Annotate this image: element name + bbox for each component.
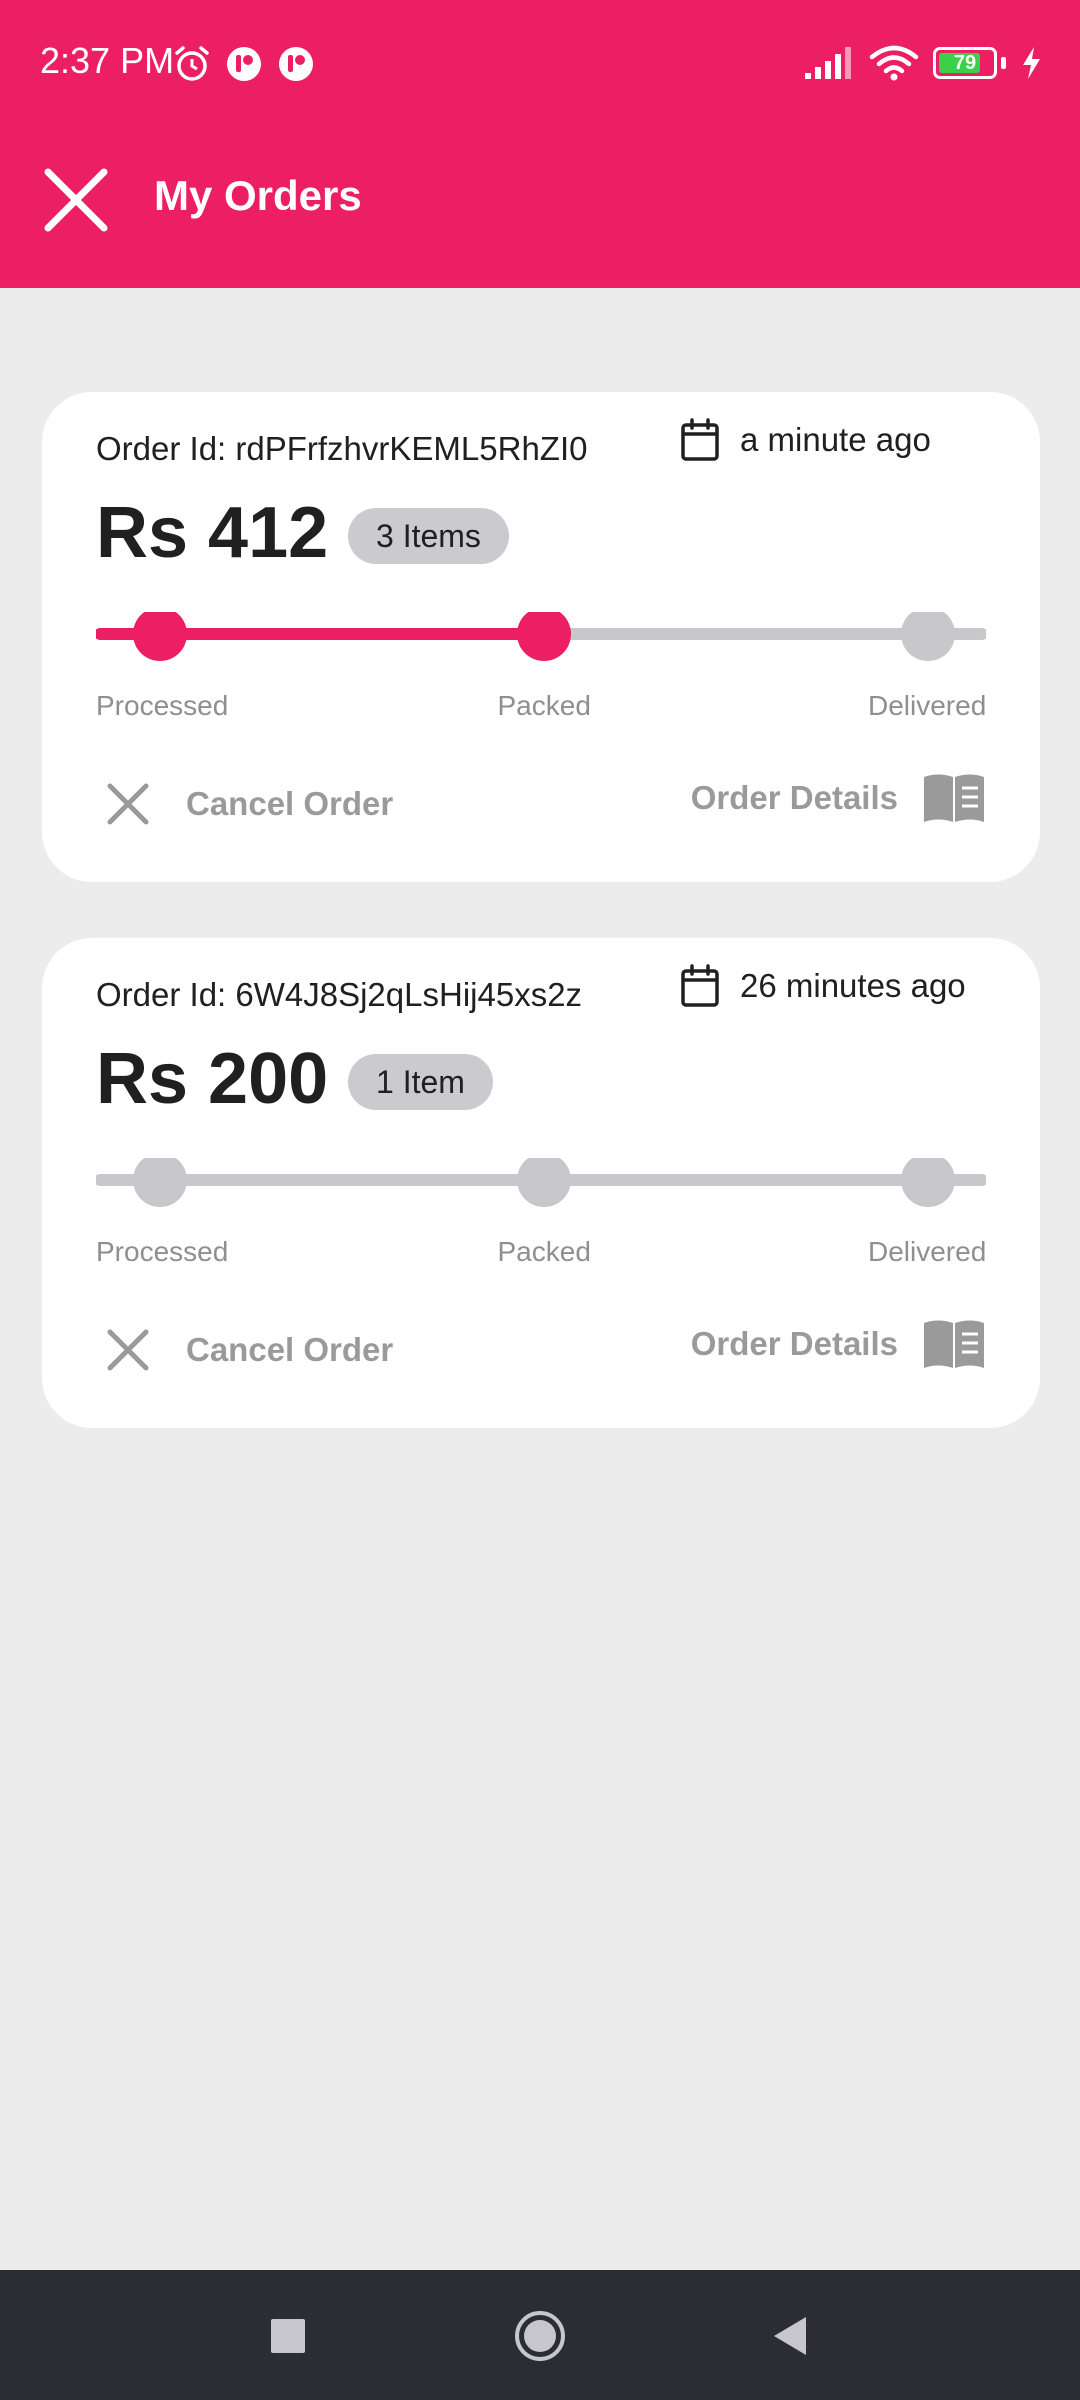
battery-tip	[1001, 57, 1006, 69]
progress-step-dot	[517, 1158, 571, 1207]
cancel-order-label: Cancel Order	[186, 1331, 394, 1368]
status-icons-right: 79	[803, 44, 1042, 82]
alarm-icon	[175, 46, 209, 81]
order-actions: Cancel Order Order Details	[96, 772, 986, 852]
items-badge: 1 Item	[348, 1054, 493, 1110]
app-bar: My Orders	[0, 128, 1080, 288]
order-amount: Rs 200	[96, 1039, 329, 1119]
signal-icon	[805, 47, 851, 79]
progress-track	[96, 612, 986, 661]
order-actions: Cancel Order Order Details	[96, 1318, 986, 1398]
order-details-label: Order Details	[690, 779, 898, 816]
orders-list: Order Id: rdPFrfzhvrKEML5RhZI0 a minute …	[42, 392, 1040, 1484]
progress-step-label: Packed	[497, 690, 591, 721]
progress-step-dot	[133, 612, 187, 661]
progress-step-dot	[133, 1158, 187, 1207]
progress-step-label: Packed	[497, 1236, 591, 1267]
progress-step-dot	[901, 612, 955, 661]
items-badge: 3 Items	[348, 508, 509, 564]
app-notification-icon	[279, 47, 313, 81]
order-id: Order Id: rdPFrfzhvrKEML5RhZI0	[96, 430, 588, 467]
status-bar: 2:37 PM 79	[0, 0, 1080, 128]
cancel-order-label: Cancel Order	[186, 785, 394, 822]
close-icon[interactable]	[40, 164, 112, 236]
order-time-text: 26 minutes ago	[740, 967, 966, 1004]
close-icon	[107, 783, 149, 825]
order-amount: Rs 412	[96, 493, 329, 573]
order-progress: Processed Packed Delivered	[96, 612, 986, 721]
order-time-text: a minute ago	[740, 421, 931, 458]
order-id: Order Id: 6W4J8Sj2qLsHij45xs2z	[96, 976, 583, 1013]
order-time: a minute ago	[680, 418, 931, 462]
close-icon	[107, 1329, 149, 1371]
charging-icon	[1023, 47, 1040, 79]
order-progress: Processed Packed Delivered	[96, 1158, 986, 1267]
progress-step-label: Delivered	[868, 690, 987, 721]
page-title: My Orders	[154, 172, 362, 219]
cancel-order-button[interactable]: Cancel Order	[96, 1318, 393, 1382]
book-icon	[924, 1320, 984, 1368]
order-header: Order Id: 6W4J8Sj2qLsHij45xs2z 26 minute…	[96, 964, 986, 1024]
book-icon	[924, 774, 984, 822]
battery-icon: 79	[933, 47, 997, 79]
order-time: 26 minutes ago	[680, 964, 966, 1008]
order-details-label: Order Details	[690, 1325, 898, 1362]
progress-track	[96, 1158, 986, 1207]
order-details-button[interactable]: Order Details	[691, 772, 986, 824]
cancel-order-button[interactable]: Cancel Order	[96, 772, 393, 836]
battery-level: 79	[953, 52, 977, 74]
recents-button[interactable]	[258, 2306, 318, 2366]
order-header: Order Id: rdPFrfzhvrKEML5RhZI0 a minute …	[96, 418, 986, 478]
calendar-icon	[681, 964, 719, 1007]
wifi-icon	[869, 45, 919, 81]
home-button[interactable]	[510, 2306, 570, 2366]
order-card[interactable]: Order Id: rdPFrfzhvrKEML5RhZI0 a minute …	[42, 392, 1040, 882]
status-time: 2:37 PM	[40, 40, 175, 81]
app-notification-icon	[227, 47, 261, 81]
order-card[interactable]: Order Id: 6W4J8Sj2qLsHij45xs2z 26 minute…	[42, 938, 1040, 1428]
progress-step-label: Processed	[96, 690, 229, 721]
back-button[interactable]	[760, 2306, 820, 2366]
calendar-icon	[681, 418, 719, 461]
progress-step-label: Processed	[96, 1236, 229, 1267]
system-nav-bar	[0, 2270, 1080, 2400]
header-background: 2:37 PM 79 My Orders	[0, 0, 1080, 288]
order-details-button[interactable]: Order Details	[691, 1318, 986, 1370]
progress-step-label: Delivered	[868, 1236, 987, 1267]
progress-step-dot	[517, 612, 571, 661]
status-icons-left	[172, 44, 316, 84]
progress-step-dot	[901, 1158, 955, 1207]
